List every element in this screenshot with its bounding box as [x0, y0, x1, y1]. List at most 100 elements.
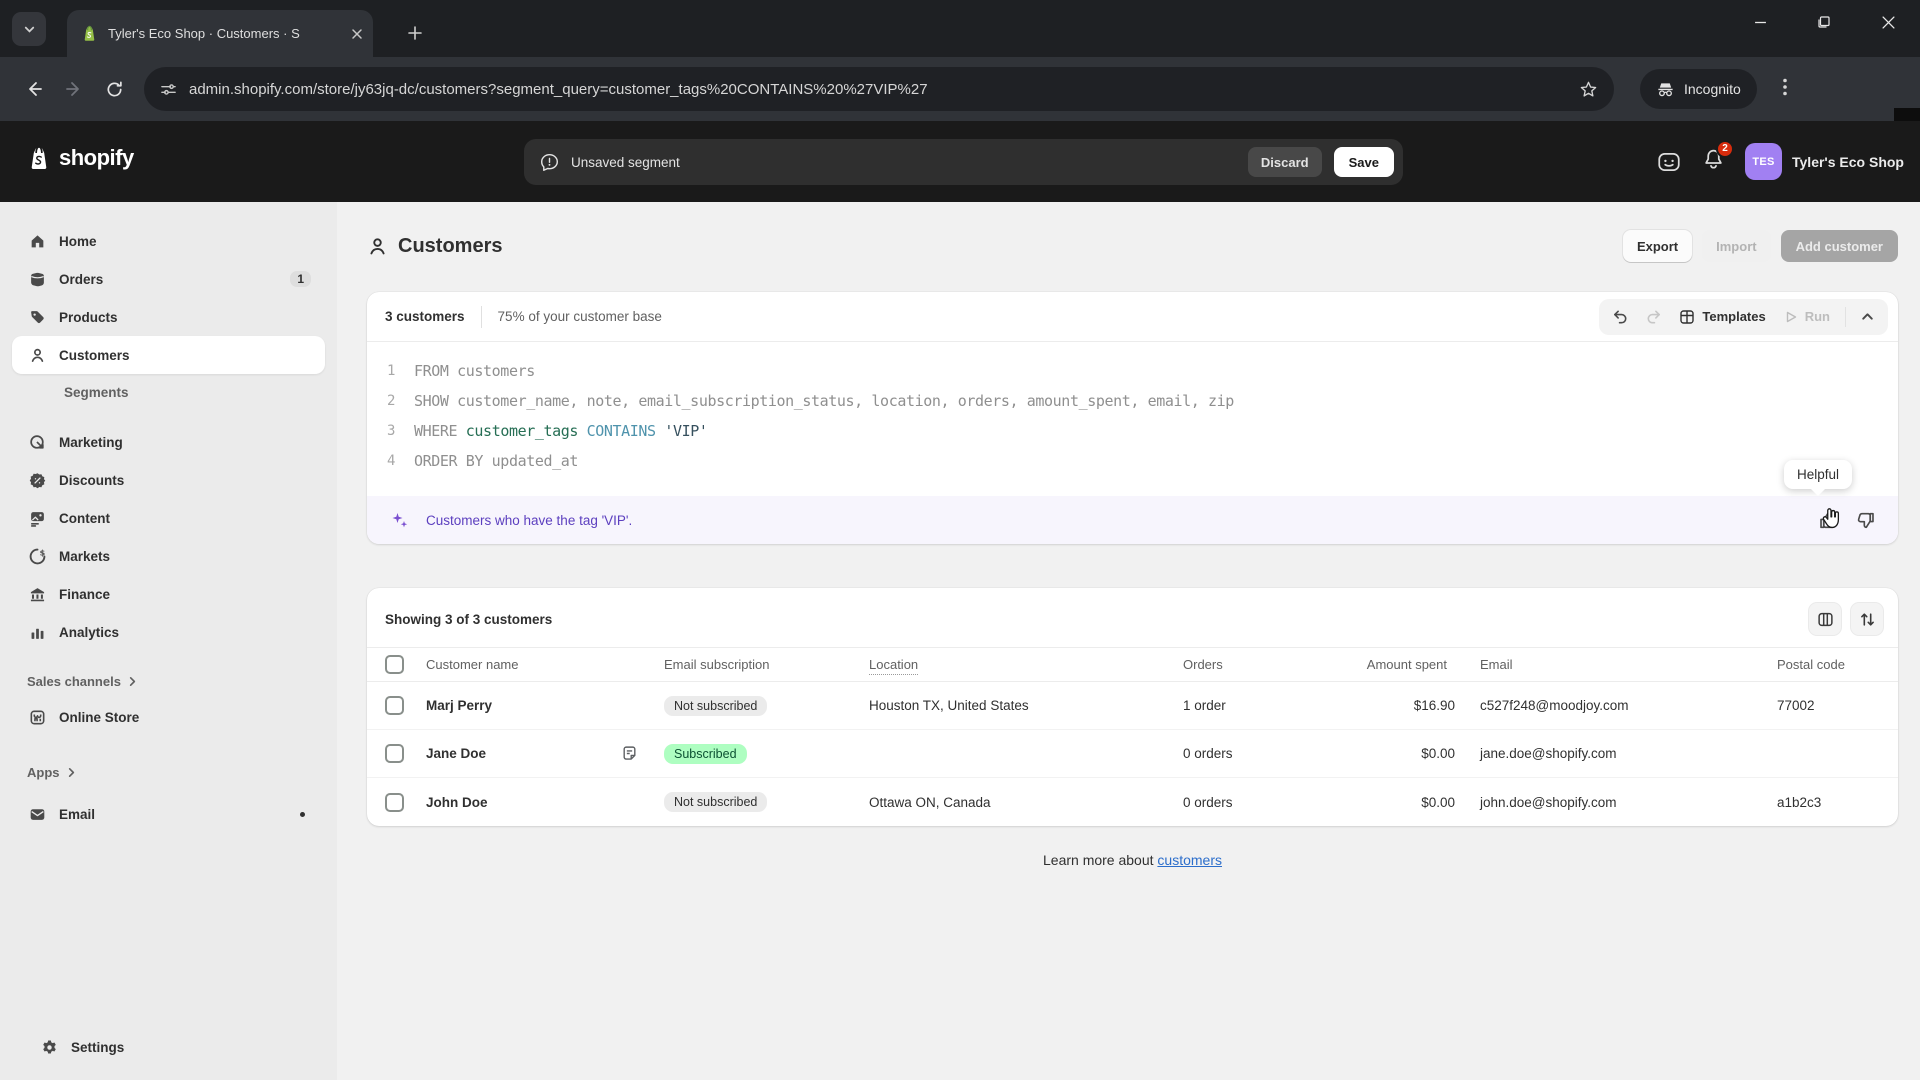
- window-close-button[interactable]: [1856, 0, 1920, 44]
- segment-editor-toolbar: 3 customers 75% of your customer base Te: [367, 292, 1898, 342]
- sidebar-item-discounts[interactable]: Discounts: [12, 461, 325, 499]
- column-header[interactable]: Email: [1455, 657, 1777, 672]
- column-header[interactable]: Location: [869, 657, 1183, 675]
- back-button[interactable]: [14, 69, 54, 109]
- sidebar-item-home[interactable]: Home: [12, 222, 325, 260]
- templates-icon: [1679, 309, 1695, 325]
- sort-button[interactable]: [1850, 602, 1884, 636]
- tab-close-icon[interactable]: [351, 28, 363, 40]
- customer-name[interactable]: Jane Doe: [426, 745, 664, 762]
- subscription-badge: Subscribed: [664, 743, 747, 764]
- sidebar-item-email[interactable]: Email: [12, 795, 325, 833]
- sidebar-item-markets[interactable]: $ Markets: [12, 537, 325, 575]
- import-button[interactable]: Import: [1702, 230, 1771, 262]
- undo-button[interactable]: [1605, 303, 1636, 331]
- gear-icon: [39, 1039, 59, 1056]
- table-header-bar: Showing 3 of 3 customers: [367, 588, 1898, 647]
- segment-query-editor[interactable]: 1 FROM customers 2 SHOW customer_name, note…: [367, 342, 1898, 496]
- sidebar-item-label: Products: [59, 309, 118, 325]
- sidebar-item-marketing[interactable]: Marketing: [12, 423, 325, 461]
- sidebar-nav: Home Orders 1 Products Customers Segments Mark…: [0, 202, 337, 1080]
- sidebar-item-finance[interactable]: Finance: [12, 575, 325, 613]
- bookmark-star-icon[interactable]: [1579, 80, 1598, 99]
- mouse-cursor-hand: [1818, 506, 1844, 532]
- templates-button[interactable]: Templates: [1671, 303, 1773, 331]
- markets-icon: $: [27, 548, 47, 565]
- segment-hint-text: Customers who have the tag 'VIP'.: [426, 512, 633, 528]
- amount-spent-cell: $0.00: [1421, 746, 1455, 761]
- add-customer-button[interactable]: Add customer: [1780, 230, 1898, 262]
- query-line-1[interactable]: 1 FROM customers: [367, 356, 1898, 386]
- export-button[interactable]: Export: [1622, 230, 1693, 262]
- browser-tab-active[interactable]: Tyler's Eco Shop · Customers · S: [67, 10, 373, 57]
- sidebar-item-segments[interactable]: Segments: [12, 374, 325, 410]
- sidebar-item-settings[interactable]: Settings: [24, 1028, 313, 1066]
- query-token: WHERE: [414, 422, 466, 440]
- edit-columns-button[interactable]: [1808, 602, 1842, 636]
- sidebar-section-sales-channels[interactable]: Sales channels: [12, 664, 325, 698]
- online-store-icon: [27, 709, 47, 726]
- column-header[interactable]: Postal code: [1777, 657, 1898, 672]
- url-text[interactable]: admin.shopify.com/store/jy63jq-dc/custom…: [189, 81, 1567, 98]
- sidebar-item-products[interactable]: Products: [12, 298, 325, 336]
- table-row[interactable]: Jane Doe Subscribed 0 orders $0.00 jane.doe@…: [367, 730, 1898, 778]
- row-checkbox[interactable]: [385, 792, 404, 812]
- browser-window: Tyler's Eco Shop · Customers · S admin.s…: [0, 0, 1920, 1080]
- customer-name[interactable]: John Doe: [426, 795, 664, 810]
- sidebar-item-content[interactable]: Content: [12, 499, 325, 537]
- query-line-2[interactable]: 2 SHOW customer_name, note, email_subscri…: [367, 386, 1898, 416]
- email-icon: [27, 806, 47, 823]
- row-checkbox[interactable]: [385, 696, 404, 715]
- store-menu[interactable]: TES Tyler's Eco Shop: [1745, 143, 1904, 180]
- customer-name[interactable]: Marj Perry: [426, 698, 664, 713]
- column-header[interactable]: Amount spent: [1353, 657, 1455, 672]
- save-button[interactable]: Save: [1333, 147, 1394, 177]
- discounts-icon: [27, 472, 47, 489]
- sidebar-item-analytics[interactable]: Analytics: [12, 613, 325, 651]
- sidebar-item-orders[interactable]: Orders 1: [12, 260, 325, 298]
- site-info-icon[interactable]: [160, 81, 177, 98]
- sidebar-badge: 1: [290, 271, 311, 287]
- run-button[interactable]: Run: [1776, 303, 1838, 331]
- subscription-badge: Not subscribed: [664, 695, 768, 716]
- column-header[interactable]: Customer name: [426, 657, 664, 672]
- sidebar-item-label: Content: [59, 510, 110, 526]
- window-maximize-button[interactable]: [1792, 0, 1856, 44]
- sidekick-icon[interactable]: [1656, 149, 1682, 175]
- address-bar[interactable]: admin.shopify.com/store/jy63jq-dc/custom…: [144, 67, 1614, 111]
- collapse-editor-button[interactable]: [1853, 303, 1882, 331]
- sidebar-item-online-store[interactable]: Online Store: [12, 698, 325, 736]
- column-header[interactable]: Email subscription: [664, 657, 869, 672]
- unsaved-changes-bar: Unsaved segment Discard Save: [524, 139, 1403, 185]
- window-minimize-button[interactable]: [1728, 0, 1792, 44]
- new-tab-button[interactable]: [398, 16, 432, 50]
- orders-icon: [27, 271, 47, 288]
- table-row[interactable]: John Doe Not subscribed Ottawa ON, Canada 0…: [367, 778, 1898, 826]
- sidebar-item-customers[interactable]: Customers: [12, 336, 325, 374]
- select-all-checkbox[interactable]: [385, 655, 404, 674]
- helpful-tooltip: Helpful: [1783, 460, 1852, 496]
- discard-button[interactable]: Discard: [1247, 147, 1322, 177]
- query-line-4[interactable]: 4 ORDER BY updated_at: [367, 446, 1898, 476]
- sidebar-section-apps[interactable]: Apps: [12, 755, 325, 789]
- browser-menu-button[interactable]: [1771, 78, 1799, 101]
- page-title: Customers: [398, 234, 503, 257]
- tab-list-chevron-button[interactable]: [12, 12, 46, 46]
- tab-title: Tyler's Eco Shop · Customers · S: [108, 26, 300, 41]
- forward-button[interactable]: [54, 69, 94, 109]
- row-checkbox[interactable]: [385, 744, 404, 763]
- table-summary: Showing 3 of 3 customers: [385, 611, 553, 627]
- table-row[interactable]: Marj Perry Not subscribed Houston TX, Unit…: [367, 682, 1898, 730]
- redo-button[interactable]: [1638, 303, 1669, 331]
- column-header[interactable]: Orders: [1183, 657, 1353, 672]
- products-icon: [27, 309, 47, 326]
- shopify-logo[interactable]: shopify: [26, 145, 134, 171]
- notifications-button[interactable]: 2: [1702, 139, 1734, 176]
- customers-help-link[interactable]: customers: [1157, 852, 1222, 868]
- reload-button[interactable]: [94, 69, 134, 109]
- thumbs-down-icon[interactable]: [1855, 510, 1876, 531]
- query-line-3[interactable]: 3 WHERE customer_tags CONTAINS 'VIP': [367, 416, 1898, 446]
- query-token: FROM customers: [414, 362, 535, 380]
